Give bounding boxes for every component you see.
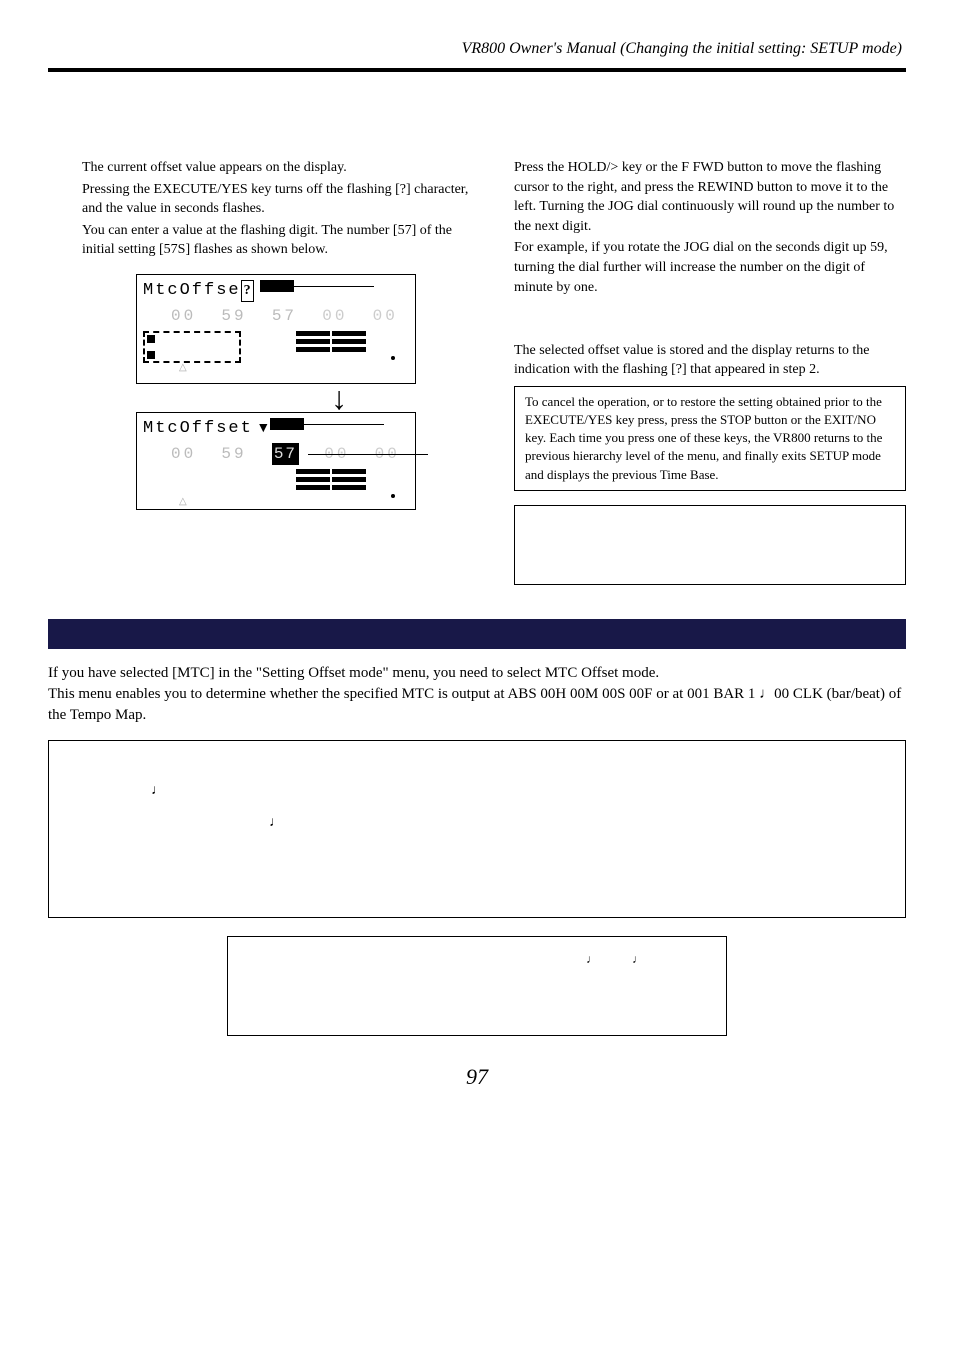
- music-note-icon: ♩: [151, 781, 885, 801]
- lcd2-digits: 00 59 57 00 00: [171, 443, 409, 465]
- lcd2-label: MtcOffset: [143, 419, 253, 438]
- lcd2-d1: 00: [171, 445, 196, 463]
- reference-box: . ♩ ♩ . .: [48, 740, 906, 918]
- track-bars-icon: [259, 331, 403, 375]
- cancel-note-box: To cancel the operation, or to restore t…: [514, 386, 906, 491]
- section-body-2: This menu enables you to determine wheth…: [48, 684, 906, 726]
- section-heading-bar: [48, 619, 906, 649]
- callout-music-notes-icon: ♩♩: [586, 951, 678, 968]
- header-rule: [48, 68, 906, 72]
- lcd2-d3: 57: [272, 443, 299, 465]
- info-callout-box: ♩♩ . . .: [227, 936, 727, 1036]
- sub-note-box: [514, 505, 906, 585]
- lcd1-label: MtcOffse: [143, 281, 241, 300]
- question-mark-icon: ?: [241, 280, 254, 302]
- left-column: 3. Press the EXECUTE/YES key. The curren…: [48, 132, 474, 584]
- right-paragraph-3: The selected offset value is stored and …: [514, 341, 906, 380]
- lcd1-d5: 00: [373, 307, 398, 325]
- lcd2-d2: 59: [221, 445, 246, 463]
- track-bars2-icon: [259, 469, 403, 501]
- blank-gauge: △: [143, 469, 241, 501]
- left-paragraph-3: You can enter a value at the flashing di…: [82, 221, 474, 260]
- page-number: 97: [48, 1062, 906, 1093]
- lcd-panel-1: MtcOffse? 00 59 57 00 00 △: [136, 274, 416, 384]
- level-meter-icon: △: [143, 331, 241, 375]
- left-paragraph-1: The current offset value appears on the …: [82, 158, 474, 178]
- arrow-down-icon: ↓: [262, 388, 416, 408]
- lcd1-d1: 00: [171, 307, 196, 325]
- lcd-panel-2: MtcOffset ▼ 00 59 57 00 00 △: [136, 412, 416, 510]
- lcd1-d2: 59: [221, 307, 246, 325]
- lcd2-d4: 00: [324, 445, 349, 463]
- lcd1-d3: 57: [272, 307, 297, 325]
- lcd-strip-icon: [260, 280, 294, 292]
- right-column: 4. Enter the desired offset value. Press…: [514, 132, 906, 584]
- music-note-icon-2: ♩: [269, 813, 885, 833]
- lcd-strip2-icon: [270, 418, 304, 430]
- lcd1-digits: 00 59 57 00 00: [171, 305, 409, 327]
- lcd2-d5: 00: [375, 445, 400, 463]
- right-paragraph-1: Press the HOLD/> key or the F FWD button…: [514, 158, 906, 236]
- page-header-title: VR800 Owner's Manual (Changing the initi…: [48, 38, 906, 60]
- left-paragraph-2: Pressing the EXECUTE/YES key turns off t…: [82, 180, 474, 219]
- lcd1-d4: 00: [322, 307, 347, 325]
- right-paragraph-2: For example, if you rotate the JOG dial …: [514, 238, 906, 297]
- arrow-down-small-icon: ▼: [256, 421, 270, 436]
- section-body-1: If you have selected [MTC] in the "Setti…: [48, 663, 906, 684]
